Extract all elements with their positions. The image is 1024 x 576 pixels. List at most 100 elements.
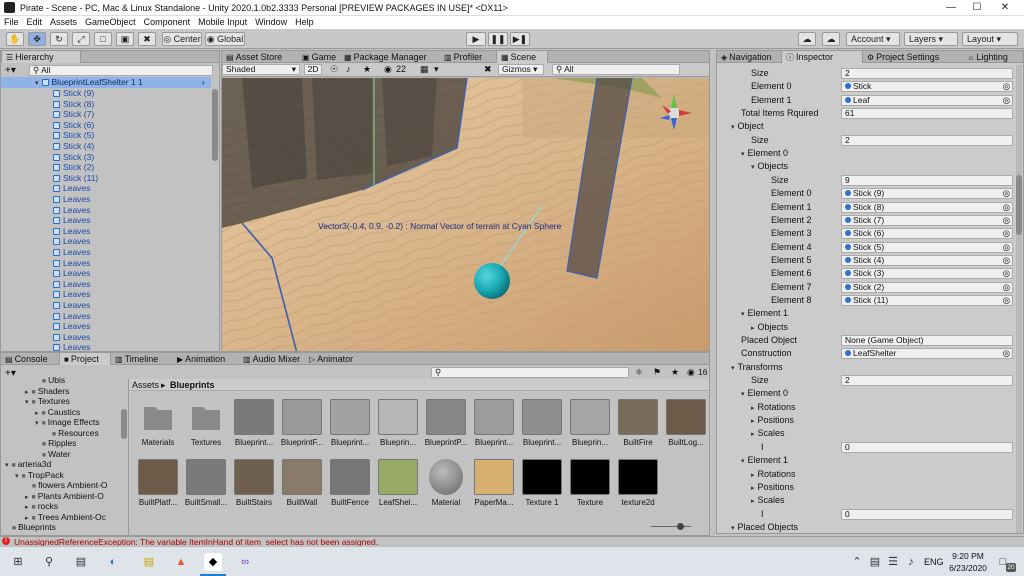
menu-window[interactable]: Window	[251, 16, 291, 29]
project-tree-item[interactable]: ▾ ■ Image Effects	[35, 417, 100, 428]
asset-item[interactable]: Materials	[135, 399, 181, 451]
menu-help[interactable]: Help	[291, 16, 318, 29]
tab-scene[interactable]: ▦ Scene	[496, 51, 548, 63]
chevron-down-icon[interactable]: ▾	[741, 148, 745, 161]
inspector-row[interactable]: ▸ Scales	[751, 427, 785, 440]
hierarchy-item[interactable]: Leaves	[53, 300, 90, 311]
project-tree-item[interactable]: ▾ ■ arteria3d	[5, 459, 51, 470]
project-tree-item[interactable]: ▸ ■ Caustics	[35, 407, 80, 418]
menu-assets[interactable]: Assets	[46, 16, 81, 29]
hidden-packages-icon[interactable]: ◉	[687, 367, 695, 378]
menu-gameobject[interactable]: GameObject	[81, 16, 140, 29]
object-picker-icon[interactable]: ◎	[1003, 283, 1010, 292]
object-reference-field[interactable]: Stick (2) ◎	[841, 281, 1013, 293]
clock-date[interactable]: 6/23/2020	[948, 563, 988, 573]
lightbulb-icon[interactable]: ☉	[330, 64, 338, 75]
asset-item[interactable]: BlueprintF...	[279, 399, 325, 451]
tab-package-manager[interactable]: ▦ Package Manager	[340, 51, 440, 63]
tree-toggle-icon[interactable]: ▾	[25, 398, 29, 409]
scene-viewport[interactable]: Vector3(-0.4, 0.9, -0.2) : Normal Vector…	[222, 78, 710, 352]
hand-tool-icon[interactable]: ✋	[6, 32, 24, 46]
chevron-right-icon[interactable]: ▸	[751, 469, 755, 482]
breadcrumb-root[interactable]: Assets	[132, 380, 159, 390]
hierarchy-search-input[interactable]: ⚲ All	[29, 65, 213, 76]
transform-tool-icon[interactable]: ▣	[116, 32, 134, 46]
asset-item[interactable]: Blueprin...	[567, 399, 613, 451]
chevron-right-icon[interactable]: ▸	[751, 415, 755, 428]
asset-item[interactable]: LeafShel...	[375, 459, 421, 511]
inspector-value-field[interactable]: 0	[841, 441, 1013, 453]
hierarchy-item[interactable]: Leaves	[53, 342, 90, 351]
inspector-value-field[interactable]: 2	[841, 375, 1013, 387]
task-view-icon[interactable]: ▤	[72, 553, 90, 571]
favorite-icon[interactable]: ★	[671, 367, 679, 378]
object-picker-icon[interactable]: ◎	[1003, 82, 1010, 91]
hierarchy-item[interactable]: Leaves	[53, 268, 90, 279]
hierarchy-item[interactable]: Stick (9)	[53, 88, 94, 99]
language-indicator[interactable]: ENG	[924, 557, 944, 567]
account-dropdown[interactable]: Account ▾	[846, 32, 900, 46]
hierarchy-item[interactable]: Stick (11)	[53, 173, 98, 184]
hierarchy-item[interactable]: Stick (4)	[53, 141, 94, 152]
project-tree-item[interactable]: ▾ ■ TropPack	[15, 470, 64, 481]
object-picker-icon[interactable]: ◎	[1003, 96, 1010, 105]
tree-toggle-icon[interactable]: ▾	[35, 419, 39, 430]
tab-game[interactable]: ▣ Game	[298, 51, 340, 63]
chevron-right-icon[interactable]: ▸	[751, 402, 755, 415]
chevron-right-icon[interactable]: ▸	[751, 495, 755, 508]
object-reference-field[interactable]: LeafShelter ◎	[841, 348, 1013, 360]
project-tree-item[interactable]: ▸ ■ rocks	[25, 501, 58, 512]
windows-start-icon[interactable]: ⊞	[9, 553, 27, 571]
asset-item[interactable]: Texture 1	[519, 459, 565, 511]
tab-lighting[interactable]: ☼ Lighting	[963, 51, 1023, 63]
menu-edit[interactable]: Edit	[23, 16, 47, 29]
project-tree-item[interactable]: ▸ ■ Trees Ambient-Oc	[25, 512, 106, 523]
inspector-value-field[interactable]: 0	[841, 508, 1013, 520]
object-picker-icon[interactable]: ◎	[1003, 229, 1010, 238]
chevron-down-icon[interactable]: ▾	[434, 64, 439, 75]
inspector-row[interactable]: ▾ Object	[731, 120, 764, 133]
object-reference-field[interactable]: Stick (6) ◎	[841, 228, 1013, 240]
object-reference-field[interactable]: Stick ◎	[841, 81, 1013, 93]
asset-item[interactable]: texture2d	[615, 459, 661, 511]
inspector-value-field[interactable]: 2	[841, 134, 1013, 146]
scale-tool-icon[interactable]: ⤢	[72, 32, 90, 46]
tab-animation[interactable]: ▶ Animation	[173, 353, 239, 365]
chevron-right-icon[interactable]: ▸	[751, 322, 755, 335]
filter-label-icon[interactable]: ⚑	[653, 367, 661, 378]
tools-icon[interactable]: ✖	[484, 64, 492, 75]
volume-icon[interactable]: ♪	[902, 553, 920, 571]
menu-mobile-input[interactable]: Mobile Input	[194, 16, 251, 29]
asset-item[interactable]: BuiltFire	[615, 399, 661, 451]
object-picker-icon[interactable]: ◎	[1003, 203, 1010, 212]
cloud-icon[interactable]: ☁	[822, 32, 840, 46]
chevron-down-icon[interactable]: ▾	[741, 308, 745, 321]
project-tree-item[interactable]: ■ Ripples	[35, 438, 77, 449]
hierarchy-item[interactable]: Leaves	[53, 321, 90, 332]
shading-dropdown[interactable]: Shaded ▾	[222, 64, 300, 75]
collab-icon[interactable]: ☁	[798, 32, 816, 46]
asset-item[interactable]: BlueprintP...	[423, 399, 469, 451]
close-icon[interactable]: ✕	[992, 1, 1018, 14]
tab-project-settings[interactable]: ⚙ Project Settings	[863, 51, 963, 63]
asset-item[interactable]: BuiltStairs	[231, 459, 277, 511]
project-tree-item[interactable]: ■ Resources	[45, 428, 99, 439]
chevron-down-icon[interactable]: ▾	[741, 455, 745, 468]
project-tree-item[interactable]: ▾ ■ Textures	[25, 396, 70, 407]
inspector-row[interactable]: ▾ Placed Objects	[731, 521, 798, 533]
chevron-down-icon[interactable]: ▾	[751, 161, 755, 174]
asset-item[interactable]: BuiltSmall...	[183, 459, 229, 511]
tree-toggle-icon[interactable]: ▾	[15, 472, 19, 483]
hierarchy-item[interactable]: Stick (8)	[53, 99, 94, 110]
zoom-slider-track[interactable]	[651, 526, 691, 527]
effects-icon[interactable]: ★	[363, 64, 371, 75]
inspector-scrollbar-track[interactable]	[1016, 65, 1022, 533]
asset-item[interactable]: BuiltFence	[327, 459, 373, 511]
custom-tool-icon[interactable]: ✖	[138, 32, 156, 46]
rotate-tool-icon[interactable]: ↻	[50, 32, 68, 46]
object-picker-icon[interactable]: ◎	[1003, 189, 1010, 198]
hierarchy-item[interactable]: Stick (6)	[53, 120, 94, 131]
asset-item[interactable]: Blueprint...	[231, 399, 277, 451]
asset-item[interactable]: BuiltLog...	[663, 399, 709, 451]
object-picker-icon[interactable]: ◎	[1003, 243, 1010, 252]
